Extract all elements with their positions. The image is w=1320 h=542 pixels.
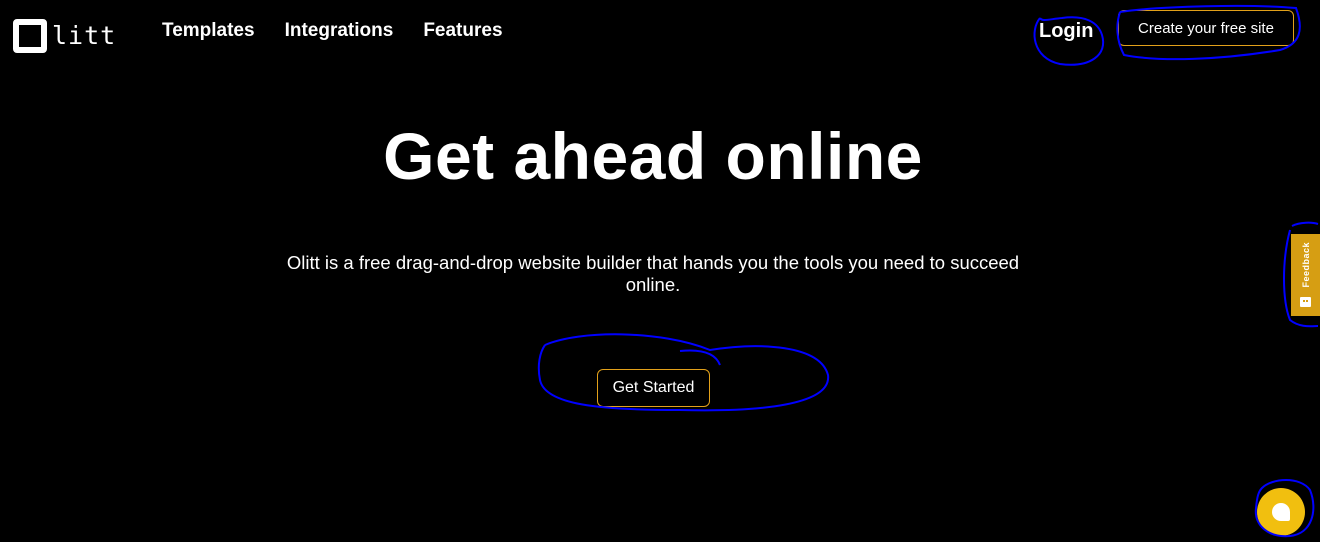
chat-bubble-icon [1272,503,1290,521]
logo-text: litt [52,20,117,50]
feedback-label: Feedback [1300,242,1311,288]
create-free-site-button[interactable]: Create your free site [1118,10,1294,46]
chat-button[interactable] [1257,488,1305,536]
hero-subtitle: Olitt is a free drag-and-drop website bu… [286,252,1020,295]
nav-templates[interactable]: Templates [162,20,255,42]
logo-square-icon [13,19,47,53]
nav-features[interactable]: Features [423,20,502,42]
logo[interactable]: litt [13,19,116,53]
hero-title: Get ahead online [383,119,923,193]
feedback-tab[interactable]: Feedback [1291,234,1320,316]
login-link[interactable]: Login [1039,20,1093,43]
nav-integrations[interactable]: Integrations [285,20,394,42]
main-nav: Templates Integrations Features [162,20,503,42]
get-started-button[interactable]: Get Started [597,369,710,407]
smiley-face-icon [1300,297,1311,307]
